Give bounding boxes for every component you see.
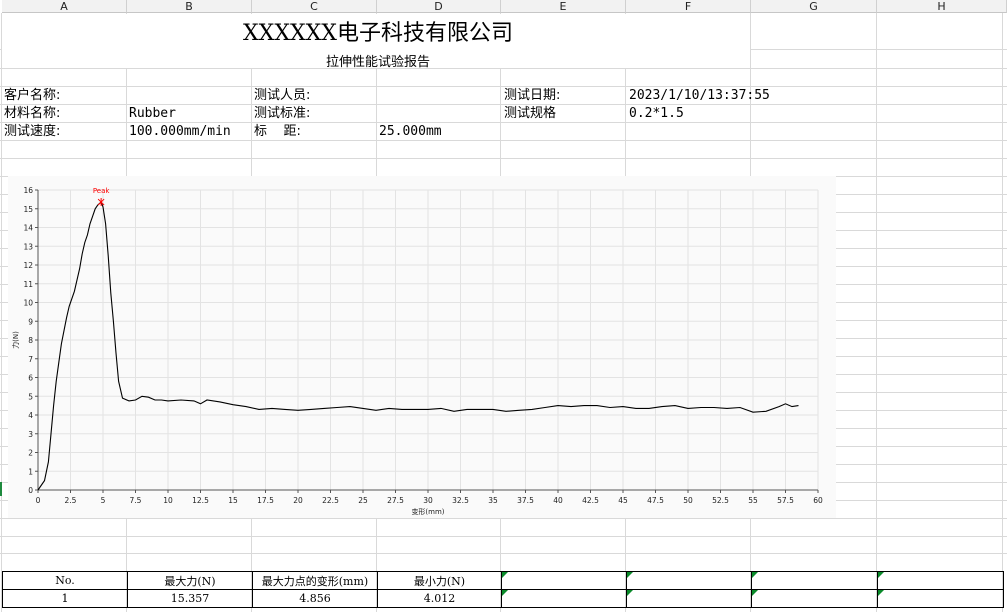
y-axis-title: 力(N) [11,331,20,349]
empty-cell[interactable] [626,589,752,608]
header-max-force[interactable]: 最大力(N) [127,571,253,590]
x-tick-label: 17.5 [257,496,274,505]
x-tick-label: 32.5 [452,496,469,505]
cell-min-force[interactable]: 4.012 [377,589,502,608]
x-tick-label: 37.5 [517,496,534,505]
x-tick-label: 5 [101,496,106,505]
y-tick-label: 14 [23,224,33,233]
x-tick-label: 30 [423,496,433,505]
column-header-f[interactable]: F [626,0,751,13]
force-deformation-chart[interactable]: 0 2.5 5 7.5 10 12.5 15 17.5 20 22.5 25 27.5 30 32.5 35… [8,176,836,518]
column-header-b[interactable]: B [127,0,252,13]
x-tick-label: 7.5 [130,496,142,505]
standard-label: 测试标准: [254,106,311,121]
x-tick-label: 35 [488,496,498,505]
column-header-h[interactable]: H [877,0,1007,13]
x-tick-label: 45 [618,496,628,505]
date-label: 测试日期: [504,88,561,103]
tester-label: 测试人员: [254,88,311,103]
material-value[interactable]: Rubber [129,106,176,122]
column-header-e[interactable]: E [501,0,626,13]
material-label: 材料名称: [4,106,61,121]
y-tick-label: 6 [28,374,33,383]
gauge-value[interactable]: 25.000mm [379,124,442,140]
y-tick-label: 2 [28,449,33,458]
date-value[interactable]: 2023/1/10/13:37:55 [629,88,770,104]
report-title: XXXXXX电子科技有限公司 [243,21,513,46]
x-tick-label: 47.5 [647,496,664,505]
y-tick-label: 16 [23,186,33,195]
spec-value[interactable]: 0.2*1.5 [629,106,684,122]
x-tick-label: 40 [553,496,563,505]
results-table: No. 最大力(N) 最大力点的变形(mm) 最小力(N) 1 15.357 4… [2,571,1004,608]
gauge-label: 标 距: [254,124,301,139]
y-tick-label: 0 [28,486,33,495]
x-axis-title: 变形(mm) [411,507,444,516]
column-header-d[interactable]: D [377,0,501,13]
y-tick-label: 8 [28,336,33,345]
cell-max-force[interactable]: 15.357 [127,589,253,608]
x-tick-label: 10 [163,496,173,505]
y-tick-label: 11 [23,280,33,289]
cell-no[interactable]: 1 [2,589,128,608]
spreadsheet: A B C D E F G H XXXXXX电子科技有限公司 拉伸性能试验报告 … [0,0,1007,612]
y-tick-label: 5 [28,392,33,401]
chart-svg: 0 2.5 5 7.5 10 12.5 15 17.5 20 22.5 25 27.5 30 32.5 35… [11,186,823,516]
column-header-g[interactable]: G [751,0,877,13]
empty-cell[interactable] [626,571,752,590]
x-tick-label: 57.5 [777,496,794,505]
header-no[interactable]: No. [2,571,128,590]
y-tick-label: 12 [23,261,33,270]
x-tick-label: 27.5 [387,496,404,505]
cell-max-force-deformation[interactable]: 4.856 [252,589,378,608]
y-tick-label: 13 [23,242,33,251]
header-min-force[interactable]: 最小力(N) [377,571,502,590]
table-header-row: No. 最大力(N) 最大力点的变形(mm) 最小力(N) [2,571,1004,590]
x-tick-label: 20 [293,496,303,505]
y-tick-label: 15 [23,205,33,214]
report-subtitle: 拉伸性能试验报告 [325,55,430,70]
x-tick-label: 15 [228,496,238,505]
force-curve [37,201,799,491]
customer-label: 客户名称: [4,88,61,103]
y-tick-label: 4 [28,411,33,420]
x-tick-label: 0 [36,496,41,505]
x-tick-label: 50 [683,496,693,505]
spec-label: 测试规格 [504,106,557,121]
row-edge-marker [0,482,2,496]
x-tick-label: 42.5 [582,496,599,505]
empty-cell[interactable] [751,571,878,590]
y-tick-label: 9 [28,317,33,326]
y-tick-label: 7 [28,355,33,364]
column-header-a[interactable]: A [2,0,127,13]
table-row: 1 15.357 4.856 4.012 [2,589,1004,608]
empty-cell[interactable] [501,571,627,590]
speed-label: 测试速度: [4,124,61,139]
x-tick-label: 60 [813,496,823,505]
x-tick-label: 25 [358,496,368,505]
x-tick-label: 22.5 [322,496,339,505]
speed-value[interactable]: 100.000mm/min [129,124,231,140]
empty-cell[interactable] [751,589,878,608]
x-tick-label: 55 [748,496,758,505]
y-tick-label: 1 [28,467,33,476]
y-tick-label: 10 [23,299,33,308]
column-header-c[interactable]: C [252,0,377,13]
peak-label: Peak [93,187,111,195]
y-tick-label: 3 [28,430,33,439]
x-tick-label: 2.5 [65,496,77,505]
header-max-force-deformation[interactable]: 最大力点的变形(mm) [252,571,378,590]
x-tick-label: 12.5 [192,496,209,505]
empty-cell[interactable] [501,589,627,608]
empty-cell[interactable] [877,571,1004,590]
x-tick-label: 52.5 [712,496,729,505]
empty-cell[interactable] [877,589,1004,608]
